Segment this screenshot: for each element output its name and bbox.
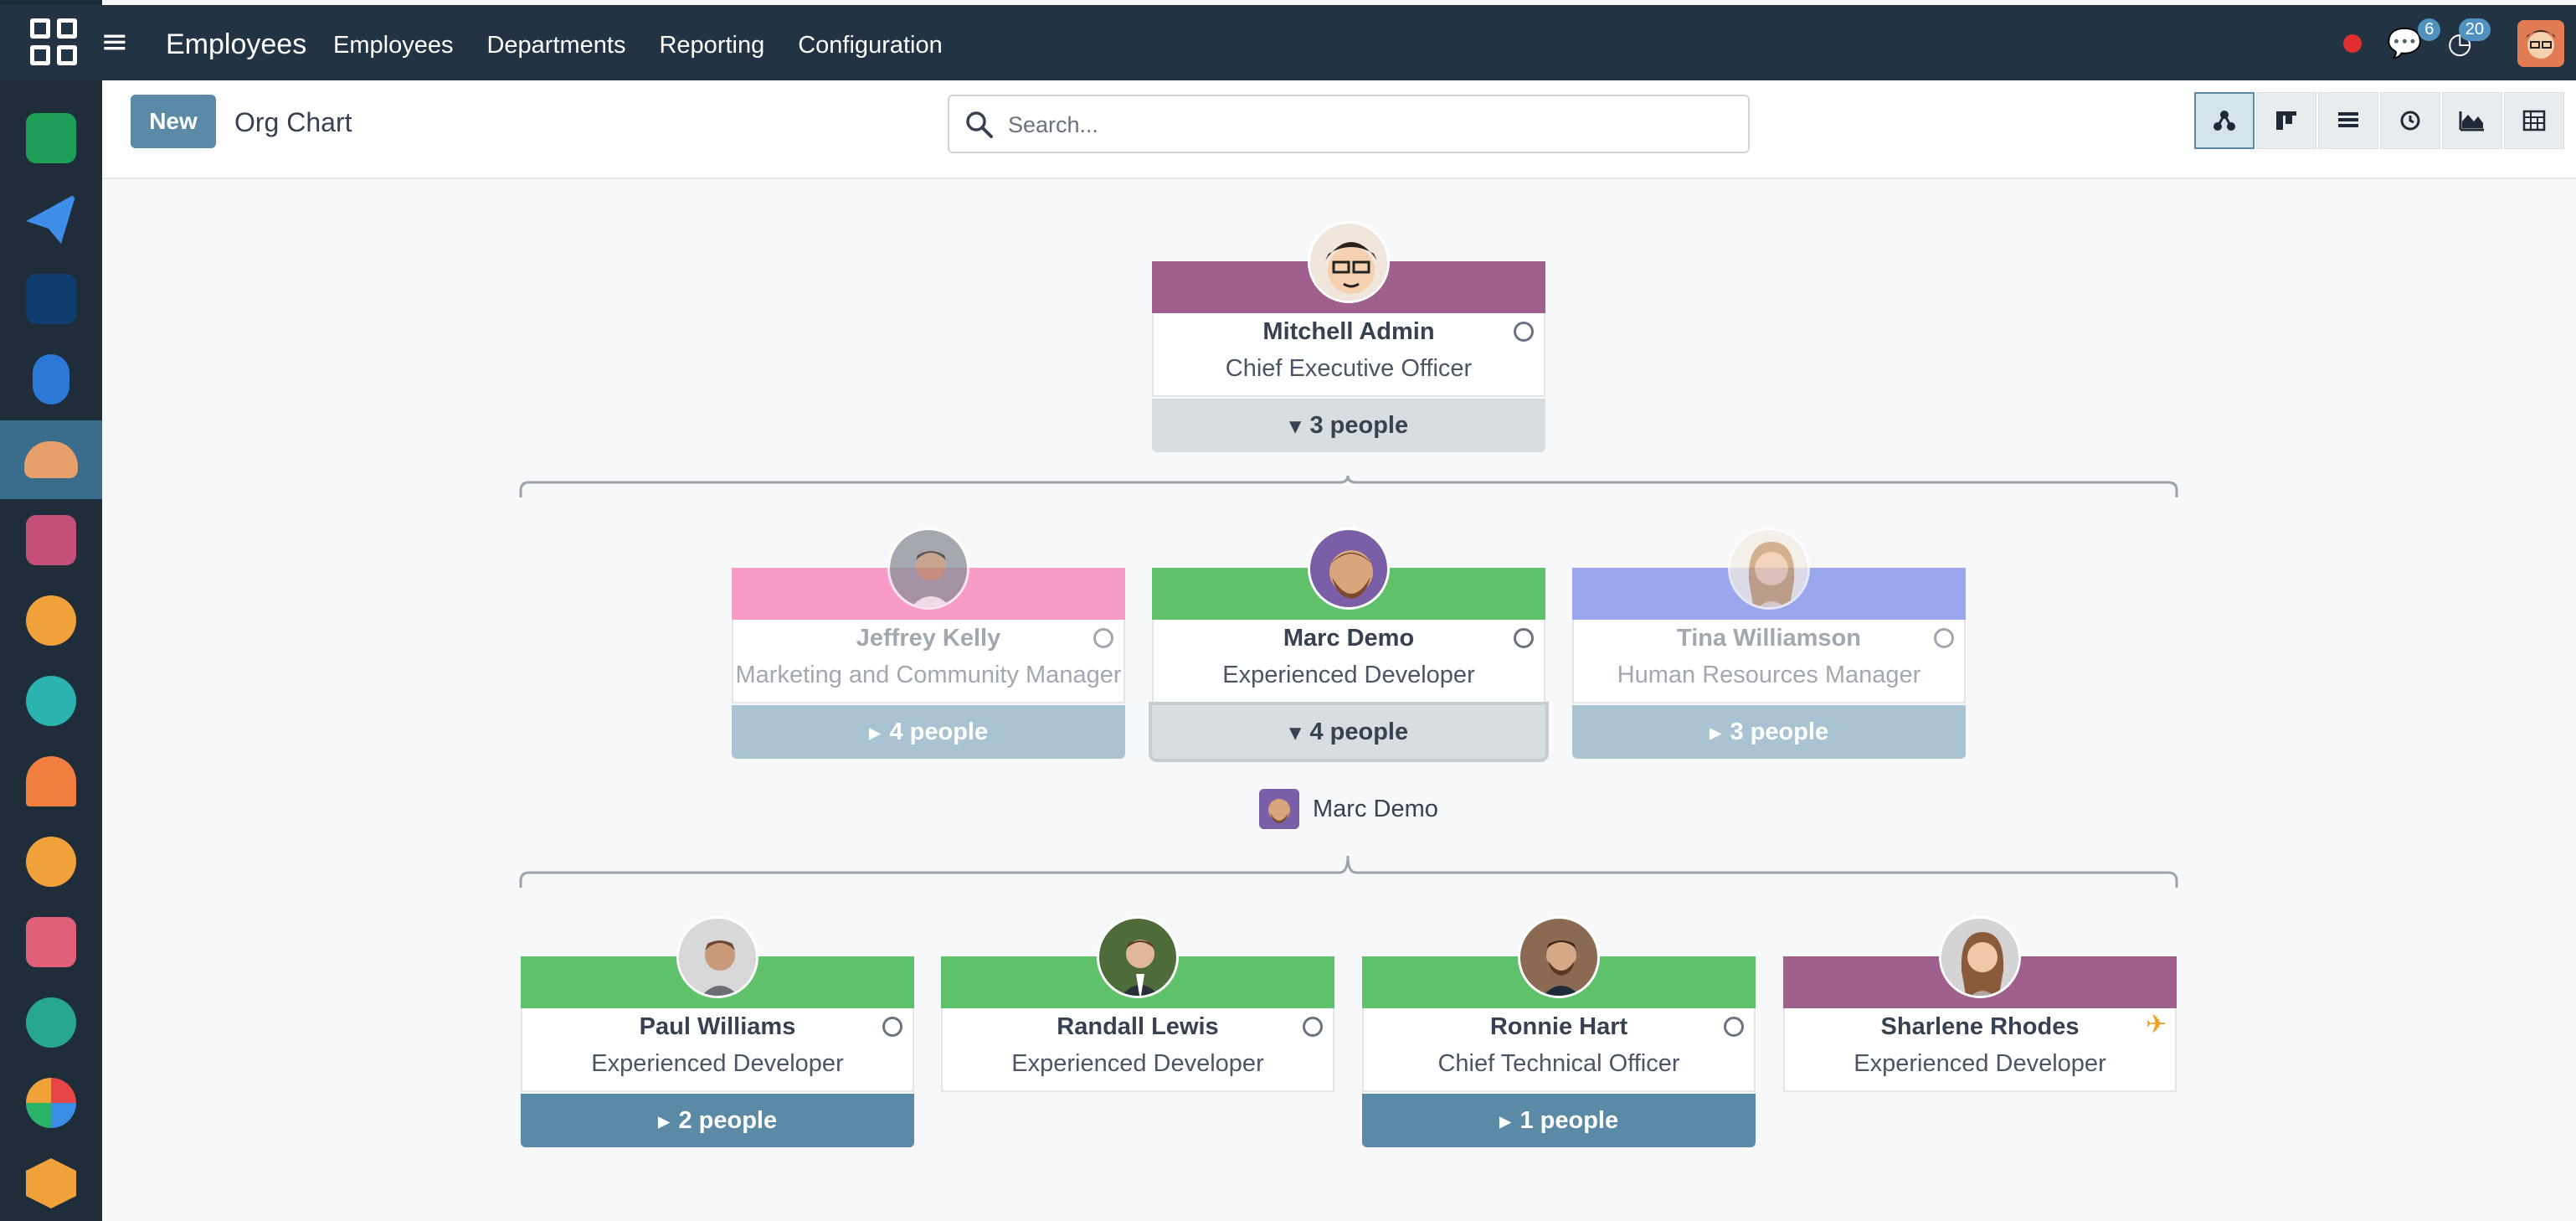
job-title: Experienced Developer <box>1011 1050 1264 1077</box>
avatar[interactable] <box>1939 916 2021 998</box>
job-title: Human Resources Manager <box>1617 662 1921 688</box>
team-expand-button[interactable]: ▸ 2 people <box>521 1094 914 1147</box>
team-expand-button[interactable]: ▸ 3 people <box>1572 705 1966 759</box>
employee-name[interactable]: Jeffrey Kelly <box>732 625 1125 652</box>
caret-down-icon: ▾ <box>1288 719 1302 746</box>
subordinate-card[interactable]: Paul Williams Experienced Developer ▸ 2 p… <box>521 916 914 1147</box>
manager-card[interactable]: Mitchell Admin Chief Executive Officer ▾… <box>1152 221 1545 452</box>
job-title: Marketing and Community Manager <box>735 662 1122 688</box>
presence-status-icon <box>1724 1017 1744 1037</box>
focused-employee-name: Marc Demo <box>1313 795 1438 822</box>
peer-card[interactable]: Jeffrey Kelly Marketing and Community Ma… <box>732 528 1125 759</box>
caret-right-icon: ▸ <box>657 1107 671 1135</box>
team-count: 3 people <box>1309 411 1409 439</box>
avatar <box>1259 789 1299 829</box>
peer-card[interactable]: Tina Williamson Human Resources Manager … <box>1572 528 1966 759</box>
caret-right-icon: ▸ <box>868 719 882 746</box>
avatar[interactable] <box>887 528 969 610</box>
employee-name[interactable]: Mitchell Admin <box>1152 318 1545 346</box>
avatar[interactable] <box>1097 916 1179 998</box>
subordinate-card[interactable]: Sharlene Rhodes Experienced Developer ✈ <box>1783 916 2177 1092</box>
presence-status-icon <box>1303 1017 1323 1037</box>
presence-status-icon <box>882 1017 902 1037</box>
avatar[interactable] <box>1728 528 1810 610</box>
employee-name[interactable]: Marc Demo <box>1152 625 1545 652</box>
team-count: 3 people <box>1730 718 1829 745</box>
team-expand-button[interactable]: ▸ 1 people <box>1362 1094 1756 1147</box>
subordinate-card[interactable]: Randall Lewis Experienced Developer <box>941 916 1334 1092</box>
peer-card-selected[interactable]: Marc Demo Experienced Developer ▾ 4 peopl… <box>1152 528 1545 759</box>
team-toggle-button[interactable]: ▾ 3 people <box>1152 399 1545 452</box>
caret-down-icon: ▾ <box>1288 412 1302 440</box>
caret-right-icon: ▸ <box>1499 1107 1512 1135</box>
employee-name[interactable]: Randall Lewis <box>941 1013 1334 1041</box>
team-count: 4 people <box>889 718 989 745</box>
employee-name[interactable]: Paul Williams <box>521 1013 914 1041</box>
team-expand-button[interactable]: ▸ 4 people <box>732 705 1125 759</box>
employee-name[interactable]: Ronnie Hart <box>1362 1013 1756 1041</box>
subordinate-card[interactable]: Ronnie Hart Chief Technical Officer ▸ 1 p… <box>1362 916 1756 1147</box>
caret-right-icon: ▸ <box>1709 719 1722 746</box>
job-title: Experienced Developer <box>1222 662 1475 688</box>
job-title: Chief Executive Officer <box>1225 355 1473 382</box>
focused-employee-label[interactable]: Marc Demo <box>1259 789 1438 829</box>
team-count: 2 people <box>678 1106 778 1134</box>
employee-name[interactable]: Sharlene Rhodes <box>1783 1013 2177 1041</box>
team-toggle-button[interactable]: ▾ 4 people <box>1152 705 1545 759</box>
presence-status-icon <box>1514 322 1534 342</box>
avatar[interactable] <box>1518 916 1600 998</box>
team-count: 4 people <box>1309 718 1409 745</box>
team-count: 1 people <box>1519 1106 1619 1134</box>
avatar[interactable] <box>1308 221 1390 303</box>
avatar[interactable] <box>676 916 758 998</box>
presence-status-icon <box>1093 628 1113 648</box>
avatar[interactable] <box>1308 528 1390 610</box>
employee-name[interactable]: Tina Williamson <box>1572 625 1966 652</box>
job-title: Experienced Developer <box>591 1050 844 1077</box>
presence-status-icon <box>1934 628 1954 648</box>
job-title: Chief Technical Officer <box>1437 1050 1680 1077</box>
presence-status-icon <box>1514 628 1534 648</box>
org-chart: Mitchell Admin Chief Executive Officer ▾… <box>0 0 2576 1221</box>
job-title: Experienced Developer <box>1854 1050 2106 1077</box>
plane-icon: ✈ <box>2145 1010 2167 1039</box>
